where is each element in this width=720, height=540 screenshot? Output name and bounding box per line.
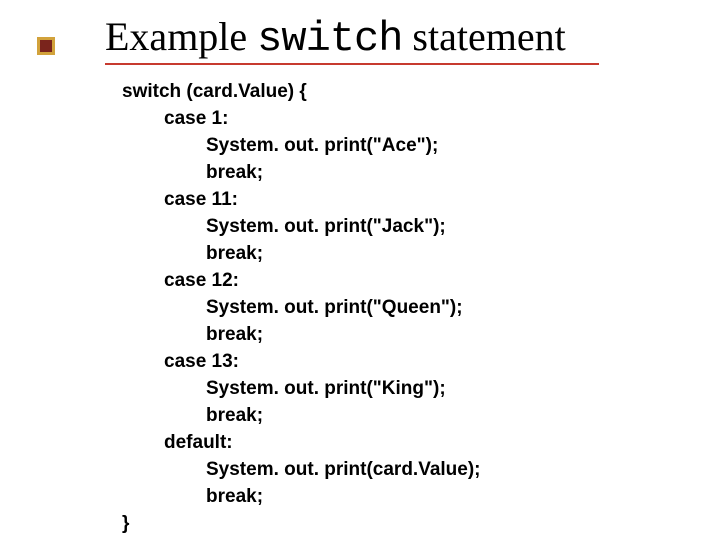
title-post: statement	[402, 14, 565, 59]
code-line: break;	[122, 402, 481, 429]
code-line: break;	[122, 240, 481, 267]
slide: Example switch statement switch (card.Va…	[0, 0, 720, 540]
slide-title: Example switch statement	[105, 13, 566, 63]
code-line: case 11:	[122, 186, 481, 213]
code-line: break;	[122, 483, 481, 510]
title-pre: Example	[105, 14, 257, 59]
code-line: }	[122, 510, 481, 537]
code-line: default:	[122, 429, 481, 456]
code-line: System. out. print("Queen");	[122, 294, 481, 321]
code-line: System. out. print("Ace");	[122, 132, 481, 159]
title-underline	[105, 63, 599, 65]
code-line: System. out. print(card.Value);	[122, 456, 481, 483]
code-line: break;	[122, 159, 481, 186]
code-line: case 13:	[122, 348, 481, 375]
code-line: System. out. print("Jack");	[122, 213, 481, 240]
code-line: System. out. print("King");	[122, 375, 481, 402]
code-block: switch (card.Value) { case 1: System. ou…	[122, 78, 481, 537]
code-line: case 1:	[122, 105, 481, 132]
code-line: switch (card.Value) {	[122, 78, 481, 105]
code-line: case 12:	[122, 267, 481, 294]
bullet-icon	[37, 37, 55, 55]
code-line: break;	[122, 321, 481, 348]
title-mono: switch	[257, 15, 402, 63]
